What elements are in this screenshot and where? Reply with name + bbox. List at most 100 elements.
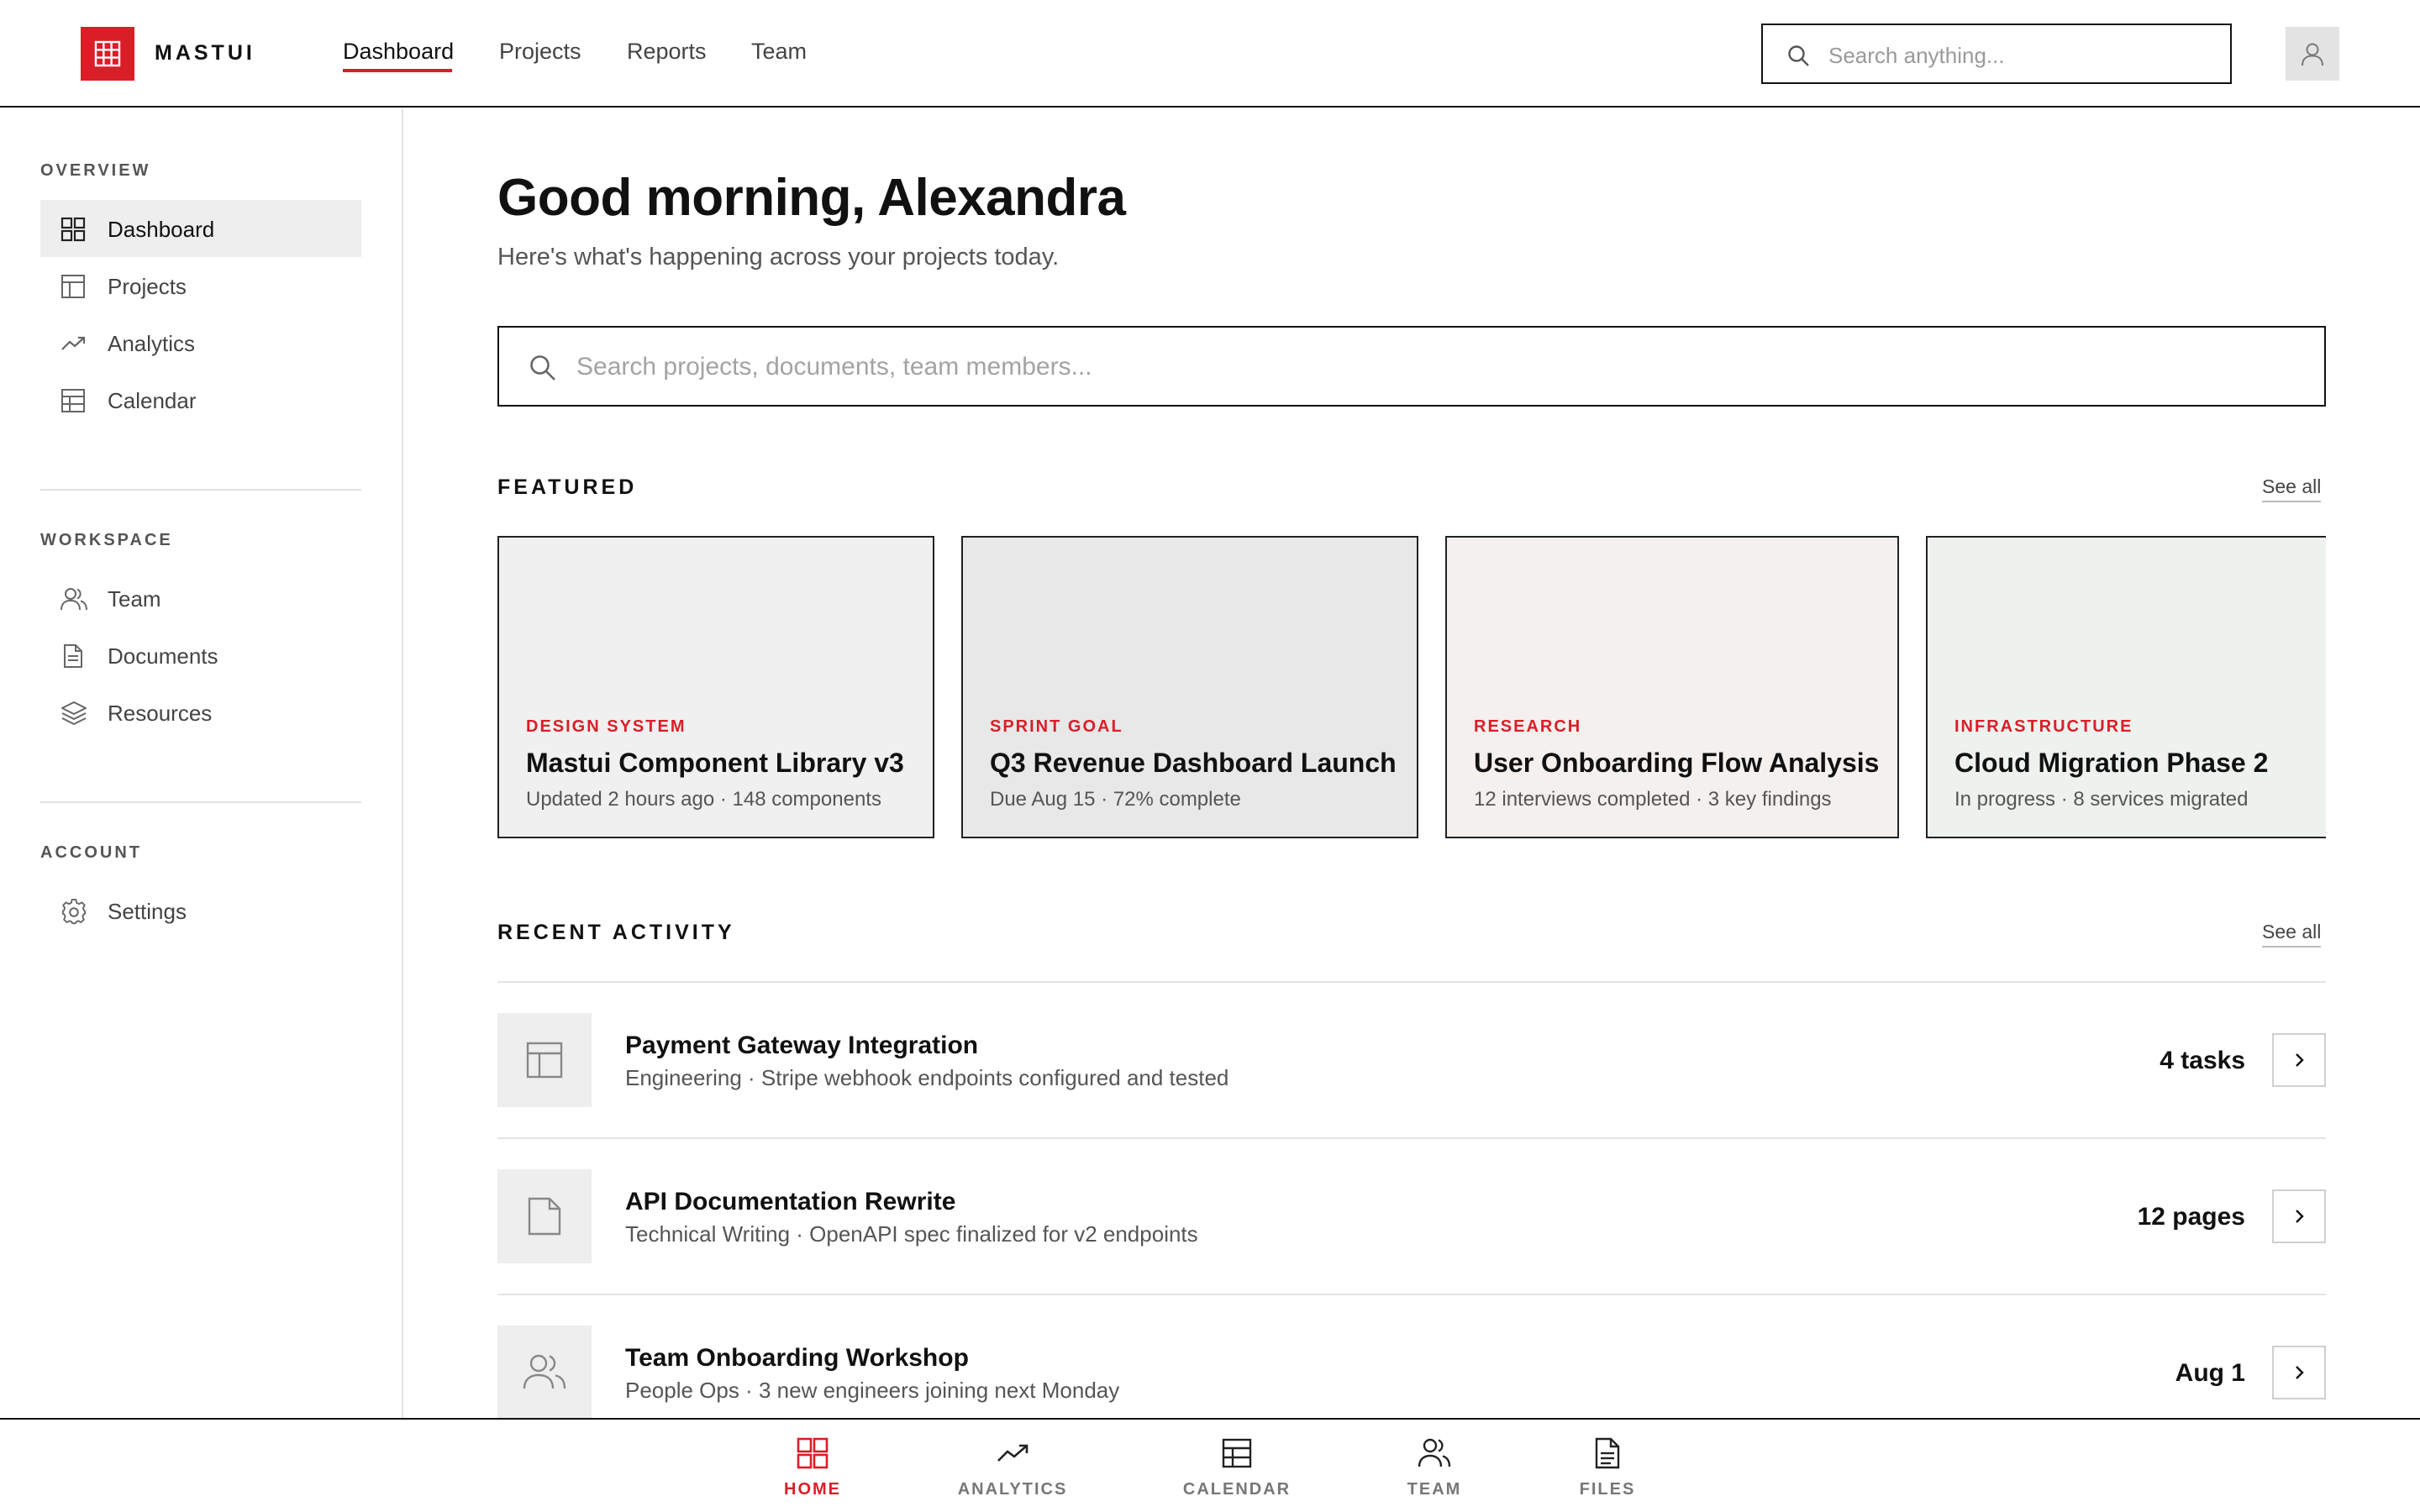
card-tag: INFRASTRUCTURE	[1954, 717, 2133, 736]
sidebar-item-label: Resources	[108, 701, 213, 726]
activity-open-button[interactable]	[2272, 1033, 2326, 1087]
trend-icon	[997, 1444, 1028, 1462]
brand-name: MASTUI	[155, 41, 255, 65]
activity-open-button[interactable]	[2272, 1346, 2326, 1399]
sidebar-item-team[interactable]: Team	[40, 570, 361, 627]
activity-meta: Engineering · Stripe webhook endpoints c…	[625, 1065, 1229, 1090]
activity-see-all-link[interactable]: See all	[2262, 921, 2322, 948]
users-icon	[1418, 1438, 1451, 1467]
sidebar-item-label: Projects	[108, 274, 187, 299]
sidebar-item-analytics[interactable]: Analytics	[40, 314, 361, 371]
bottom-nav-team[interactable]: TEAM	[1367, 1436, 1502, 1504]
document-icon	[1595, 1437, 1620, 1469]
featured-card-sprint-goal[interactable]: SPRINT GOAL Q3 Revenue Dashboard Launch …	[961, 536, 1418, 838]
table-icon	[60, 274, 86, 299]
sidebar-item-resources[interactable]: Resources	[40, 684, 361, 741]
topnav-projects[interactable]: Projects	[499, 39, 581, 65]
bottom-nav-home[interactable]: HOME	[745, 1436, 880, 1504]
activity-count: 12 pages	[2137, 1203, 2245, 1231]
featured-card-infrastructure[interactable]: INFRASTRUCTURE Cloud Migration Phase 2 I…	[1926, 536, 2326, 838]
calendar-icon	[1222, 1438, 1252, 1468]
sidebar-item-projects[interactable]: Projects	[40, 257, 361, 314]
sidebar-item-dashboard[interactable]: Dashboard	[40, 200, 361, 257]
card-meta: 12 interviews completed · 3 key findings	[1474, 788, 1832, 811]
featured-see-all-link[interactable]: See all	[2262, 475, 2322, 502]
trend-icon	[60, 331, 86, 356]
featured-section-title: FEATURED	[497, 475, 638, 499]
row-divider	[497, 981, 2326, 983]
user-icon	[2302, 43, 2323, 66]
bottom-nav-label: FILES	[1579, 1480, 1636, 1499]
featured-card-research[interactable]: RESEARCH User Onboarding Flow Analysis 1…	[1445, 536, 1899, 838]
activity-meta: People Ops · 3 new engineers joining nex…	[625, 1378, 1120, 1403]
sidebar-item-settings[interactable]: Settings	[40, 882, 361, 939]
card-meta: In progress · 8 services migrated	[1954, 788, 2249, 811]
chevron-right-icon	[2296, 1053, 2304, 1067]
main-search-placeholder: Search projects, documents, team members…	[576, 353, 1092, 381]
sidebar-heading-overview: OVERVIEW	[40, 161, 151, 180]
bottom-nav: HOME ANALYTICS CALENDAR TEAM FILES	[0, 1418, 2420, 1512]
logo-icon[interactable]	[81, 27, 134, 81]
bottom-nav-analytics[interactable]: ANALYTICS	[945, 1436, 1080, 1504]
gear-icon	[60, 899, 87, 925]
topnav-active-indicator	[343, 69, 452, 72]
bottom-nav-label: CALENDAR	[1182, 1480, 1292, 1499]
sidebar-item-label: Analytics	[108, 331, 196, 356]
activity-count: Aug 1	[2175, 1359, 2245, 1387]
document-icon	[60, 643, 86, 669]
card-title: Cloud Migration Phase 2	[1954, 748, 2269, 778]
sidebar-item-label: Documents	[108, 643, 218, 669]
main-search-input[interactable]: Search projects, documents, team members…	[497, 326, 2326, 407]
sidebar-item-label: Calendar	[108, 388, 197, 413]
search-icon	[528, 353, 558, 387]
calendar-icon	[60, 388, 86, 413]
page-title: Good morning, Alexandra	[497, 169, 1126, 227]
chevron-right-icon	[2296, 1210, 2304, 1223]
sidebar-divider	[40, 489, 361, 491]
activity-open-button[interactable]	[2272, 1189, 2326, 1243]
sidebar-item-label: Team	[108, 586, 161, 612]
activity-meta: Technical Writing · OpenAPI spec finaliz…	[625, 1221, 1198, 1247]
avatar[interactable]	[2286, 27, 2339, 81]
card-title: Q3 Revenue Dashboard Launch	[990, 748, 1397, 778]
bottom-nav-label: TEAM	[1407, 1480, 1462, 1499]
bottom-nav-label: HOME	[784, 1480, 841, 1499]
sidebar-item-documents[interactable]: Documents	[40, 627, 361, 684]
top-search-placeholder: Search anything...	[1828, 43, 2005, 68]
sidebar-item-label: Dashboard	[108, 217, 215, 242]
topnav-team[interactable]: Team	[751, 39, 807, 65]
sidebar-item-calendar[interactable]: Calendar	[40, 371, 361, 428]
activity-section-title: RECENT ACTIVITY	[497, 921, 735, 944]
row-divider	[497, 1137, 2326, 1139]
top-bar: MASTUI Dashboard Projects Reports Team S…	[0, 0, 2420, 108]
card-title: User Onboarding Flow Analysis	[1474, 748, 1880, 778]
activity-title[interactable]: Team Onboarding Workshop	[625, 1344, 969, 1373]
card-tag: RESEARCH	[1474, 717, 1582, 736]
sidebar-heading-account: ACCOUNT	[40, 843, 142, 862]
chevron-right-icon	[2296, 1366, 2304, 1379]
sidebar-item-label: Settings	[108, 899, 187, 924]
page-subtitle: Here's what's happening across your proj…	[497, 244, 1060, 270]
users-icon	[60, 586, 87, 612]
activity-title[interactable]: API Documentation Rewrite	[625, 1188, 955, 1216]
card-tag: DESIGN SYSTEM	[526, 717, 687, 736]
activity-title[interactable]: Payment Gateway Integration	[625, 1032, 978, 1060]
topnav-dashboard[interactable]: Dashboard	[343, 39, 454, 65]
bottom-nav-label: ANALYTICS	[957, 1480, 1068, 1499]
search-icon	[1786, 44, 1812, 73]
sidebar-divider	[40, 801, 361, 803]
bottom-nav-files[interactable]: FILES	[1540, 1436, 1675, 1504]
row-divider	[497, 1294, 2326, 1295]
topnav-reports[interactable]: Reports	[627, 39, 707, 65]
grid-icon	[797, 1437, 829, 1469]
activity-count: 4 tasks	[2160, 1047, 2245, 1074]
featured-card-design-system[interactable]: DESIGN SYSTEM Mastui Component Library v…	[497, 536, 934, 838]
top-search-input[interactable]: Search anything...	[1761, 24, 2232, 84]
sidebar: OVERVIEW Dashboard Projects Analytics Ca…	[0, 109, 403, 1418]
document-icon	[497, 1169, 592, 1263]
card-title: Mastui Component Library v3	[526, 748, 904, 778]
card-meta: Updated 2 hours ago · 148 components	[526, 788, 881, 811]
bottom-nav-calendar[interactable]: CALENDAR	[1170, 1436, 1304, 1504]
grid-icon	[60, 217, 86, 242]
users-icon	[497, 1326, 592, 1418]
